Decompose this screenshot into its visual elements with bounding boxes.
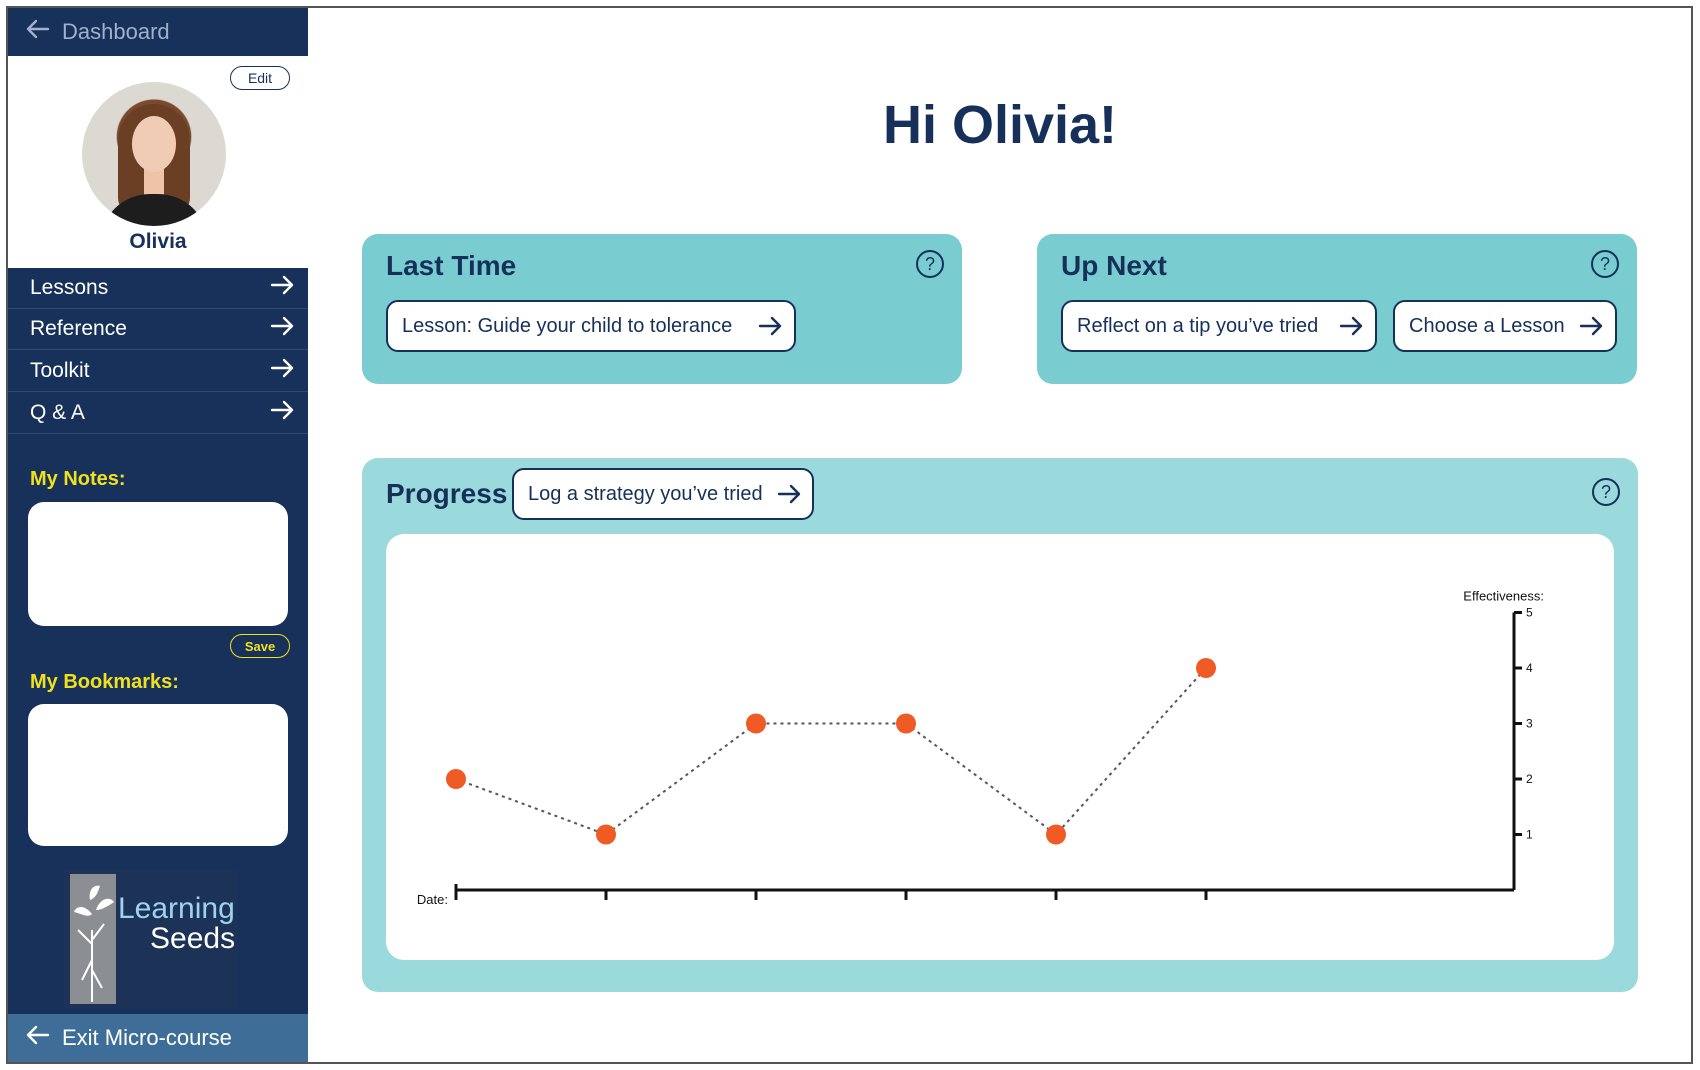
up-next-card: Up Next ? Reflect on a tip you’ve tried … [1037,234,1637,384]
y-tick-label: 5 [1526,606,1533,620]
x-axis-label: Date: [417,892,448,907]
arrow-left-icon [26,19,50,45]
data-point [446,769,466,789]
y-tick-label: 1 [1526,828,1533,842]
dashboard-link[interactable]: Dashboard [8,8,308,56]
up-next-title: Up Next [1061,250,1167,281]
dashboard-label: Dashboard [62,19,170,44]
progress-card: Progress Log a strategy you’ve tried ? D… [362,458,1638,992]
notes-heading: My Notes: [30,468,126,490]
svg-text:Seeds: Seeds [150,922,235,955]
log-strategy-label: Log a strategy you’ve tried [528,482,763,505]
help-icon[interactable]: ? [1592,478,1620,506]
data-point [896,713,916,734]
sidebar-item-toolkit[interactable]: Toolkit [8,350,308,392]
y-tick-label: 4 [1526,661,1533,675]
exit-label: Exit Micro-course [62,1025,232,1050]
sidebar-item-reference[interactable]: Reference [8,309,308,350]
sidebar-item-label: Lessons [30,276,109,299]
arrow-right-icon [1339,316,1363,336]
svg-text:Learning: Learning [118,892,235,925]
help-icon[interactable]: ? [1591,250,1619,278]
sidebar-item-qa[interactable]: Q & A [8,392,308,434]
sidebar-nav: Lessons Reference Toolkit Q & A [8,268,308,434]
notes-input[interactable] [28,502,288,626]
profile-name: Olivia [129,230,187,253]
choose-lesson-button[interactable]: Choose a Lesson [1393,300,1617,352]
arrow-right-icon [270,400,294,426]
last-time-card: Last Time ? Lesson: Guide your child to … [362,234,962,384]
page-title: Hi Olivia! [882,95,1118,155]
sidebar-item-label: Toolkit [30,358,90,382]
progress-chart: Date: 1 2 3 4 5 Effectiveness: [417,589,1544,908]
data-point [1196,658,1216,678]
edit-profile-button[interactable]: Edit [230,66,290,90]
arrow-right-icon [1579,316,1603,336]
last-time-title: Last Time [386,250,517,281]
profile-panel: Edit Olivia [8,56,308,268]
data-point [746,713,766,734]
last-lesson-button[interactable]: Lesson: Guide your child to tolerance [386,300,796,352]
reflect-tip-label: Reflect on a tip you’ve tried [1077,314,1319,337]
exit-micro-course-button[interactable]: Exit Micro-course [8,1014,308,1062]
avatar [82,82,226,226]
arrow-right-icon [270,358,294,384]
sidebar-item-lessons[interactable]: Lessons [8,268,308,309]
sidebar-item-label: Reference [30,317,127,340]
arrow-left-icon [26,1025,50,1051]
learning-seeds-logo: Learning Seeds [64,870,238,1008]
bookmarks-list[interactable] [28,704,288,846]
arrow-right-icon [777,484,801,504]
y-axis-label: Effectiveness: [1463,589,1544,604]
save-notes-button[interactable]: Save [230,634,290,658]
y-tick-label: 3 [1526,717,1533,731]
log-strategy-button[interactable]: Log a strategy you’ve tried [512,468,814,520]
progress-chart-area: Date: 1 2 3 4 5 Effectiveness: [386,534,1614,960]
help-icon[interactable]: ? [916,250,944,278]
sidebar: Dashboard Edit Olivia Lessons Reference … [8,8,308,1062]
series-line [455,667,1207,836]
choose-lesson-label: Choose a Lesson [1409,314,1565,337]
bookmarks-heading: My Bookmarks: [30,671,179,693]
sidebar-item-label: Q & A [30,400,85,424]
reflect-tip-button[interactable]: Reflect on a tip you’ve tried [1061,300,1377,352]
arrow-right-icon [758,316,782,336]
arrow-right-icon [270,275,294,301]
progress-title: Progress [386,478,508,509]
app-frame: Dashboard Edit Olivia Lessons Reference … [6,6,1693,1064]
data-point [596,824,616,845]
y-tick-label: 2 [1526,772,1533,786]
data-point [1046,824,1066,845]
last-lesson-label: Lesson: Guide your child to tolerance [402,314,733,337]
arrow-right-icon [270,316,294,342]
